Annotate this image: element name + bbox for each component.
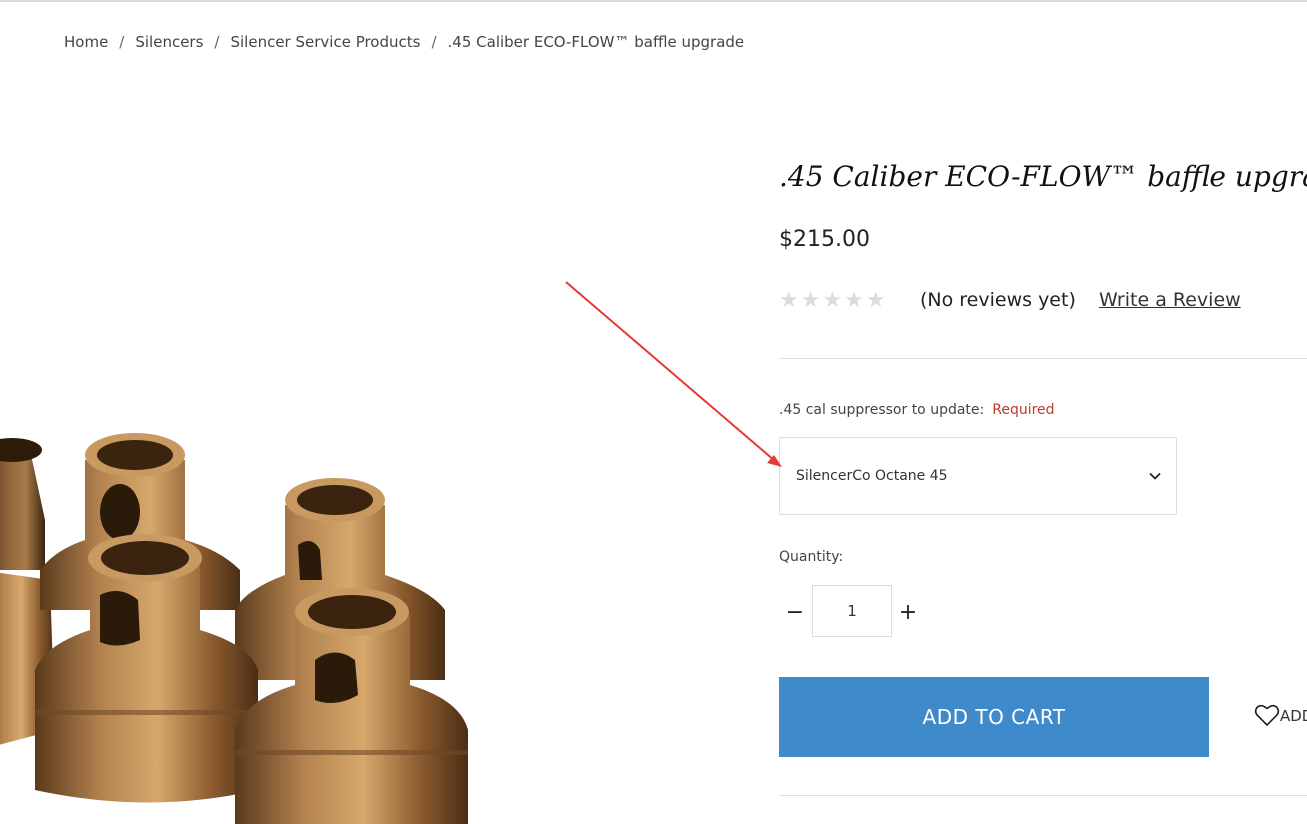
breadcrumb-silencers[interactable]: Silencers bbox=[135, 33, 203, 51]
chevron-down-icon bbox=[1148, 468, 1162, 487]
breadcrumb-separator: / bbox=[119, 33, 125, 51]
suppressor-select[interactable]: SilencerCo Octane 45 bbox=[779, 437, 1177, 515]
quantity-input[interactable] bbox=[812, 585, 892, 637]
breadcrumb-silencer-service-products[interactable]: Silencer Service Products bbox=[230, 33, 420, 51]
product-price: $215.00 bbox=[779, 227, 870, 252]
product-image[interactable] bbox=[0, 250, 560, 824]
top-border bbox=[0, 0, 1307, 2]
option-label: .45 cal suppressor to update: Required bbox=[779, 402, 1055, 418]
breadcrumb-separator: / bbox=[431, 33, 437, 51]
heart-icon bbox=[1254, 704, 1280, 731]
reviews-count: (No reviews yet) bbox=[920, 289, 1076, 311]
baffle-parts-illustration bbox=[0, 433, 468, 824]
add-to-wishlist-button[interactable]: ADD bbox=[1254, 703, 1307, 731]
write-review-link[interactable]: Write a Review bbox=[1099, 289, 1241, 311]
select-value: SilencerCo Octane 45 bbox=[796, 468, 948, 484]
product-title: .45 Caliber ECO-FLOW™ baffle upgrade bbox=[779, 160, 1307, 193]
divider bbox=[779, 795, 1307, 796]
baffle-left-top bbox=[0, 438, 45, 570]
rating-stars[interactable]: ★★★★★ bbox=[779, 288, 888, 313]
quantity-decrease-button[interactable]: − bbox=[780, 598, 810, 628]
breadcrumb-home[interactable]: Home bbox=[64, 33, 108, 51]
breadcrumb-separator: / bbox=[214, 33, 220, 51]
breadcrumb-current: .45 Caliber ECO-FLOW™ baffle upgrade bbox=[447, 33, 745, 51]
option-label-text: .45 cal suppressor to update: bbox=[779, 402, 985, 418]
wishlist-label: ADD bbox=[1280, 707, 1307, 725]
quantity-increase-button[interactable]: + bbox=[893, 598, 923, 628]
divider bbox=[779, 358, 1307, 359]
required-label: Required bbox=[992, 402, 1055, 418]
quantity-label: Quantity: bbox=[779, 549, 844, 565]
breadcrumb: Home / Silencers / Silencer Service Products… bbox=[64, 33, 744, 51]
add-to-cart-button[interactable]: ADD TO CART bbox=[779, 677, 1209, 757]
